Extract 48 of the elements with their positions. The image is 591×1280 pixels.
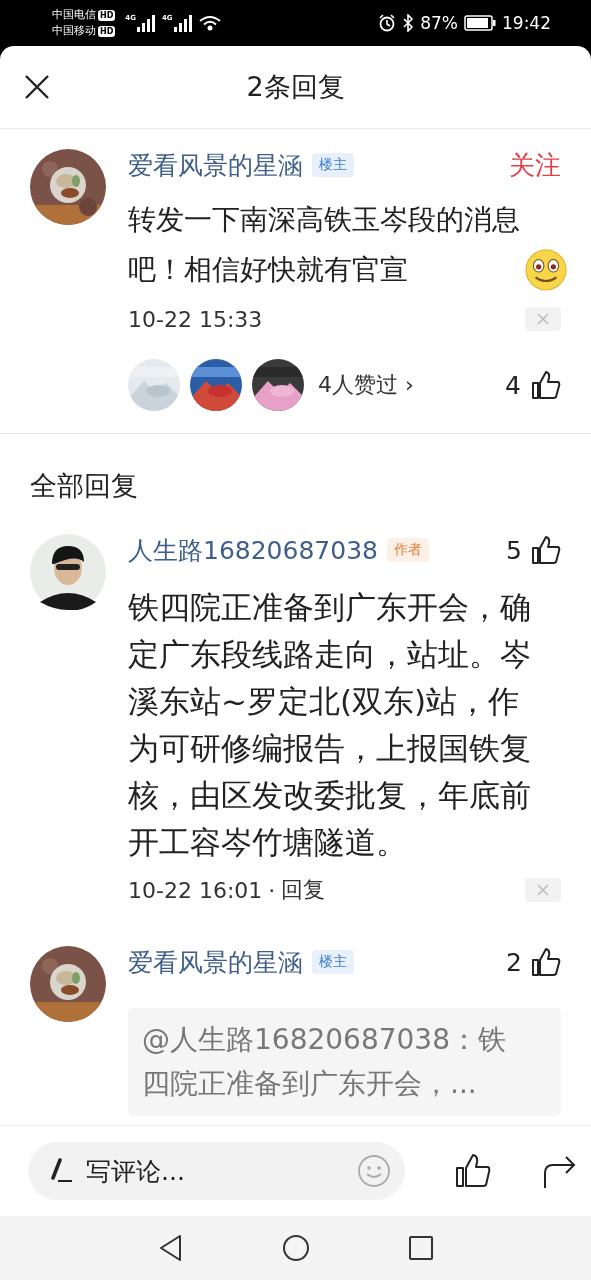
separator-dot: · [268,877,276,903]
author-name[interactable]: 人生路16820687038 [128,533,378,567]
thumbs-up-icon[interactable] [531,535,561,565]
back-icon[interactable] [157,1234,184,1262]
wifi-icon [198,15,221,31]
reply-text: 铁四院正准备到广东开会，确定广东段线路走向，站址。岑溪东站~罗定北(双东)站，作为可研修编报告，上报国铁复核，由区发改委批复，年底前开工容岑竹塘隧道。 [128,588,532,862]
author-name[interactable]: 爱看风景的星涵 [128,945,303,979]
reply-time: 10-22 16:01 [128,877,263,903]
avatar-silhouette-icon [30,534,106,610]
likers-link[interactable]: 4人赞过 › [318,370,414,400]
signal-icon [172,14,193,32]
poster-badge: 楼主 [312,950,354,974]
like-count: 2 [506,947,522,977]
poster-badge: 作者 [386,538,429,562]
follow-button[interactable]: 关注 [509,147,561,183]
author-name[interactable]: 爱看风景的星涵 [128,148,303,182]
hd-badge: HD [98,9,116,21]
smiley-icon [525,249,567,291]
thumbs-up-icon[interactable] [531,370,561,400]
reply-link[interactable]: 回复 [281,875,326,905]
clock: 19:42 [502,13,551,33]
alarm-icon [378,14,397,32]
post-text: 转发一下南深高铁玉岑段的消息吧！相信好快就有官宣 [128,202,521,288]
share-icon[interactable] [541,1153,577,1189]
header-title: 2条回复 [246,70,345,104]
comment-field[interactable]: 写评论... [28,1142,405,1200]
section-title: 全部回复 [29,469,139,503]
cross-icon [536,312,550,326]
like-count: 4 [505,370,521,400]
battery-percent: 87% [420,13,458,33]
hd-badge: HD [98,25,116,37]
like-count: 5 [506,535,522,565]
poster-badge: 楼主 [312,153,354,177]
recents-icon[interactable] [407,1235,434,1261]
post-time: 10-22 15:33 [128,306,263,332]
home-icon[interactable] [281,1234,310,1262]
cross-icon [536,883,550,897]
thumbs-up-icon[interactable] [455,1153,491,1189]
quoted-reply[interactable]: @人生路16820687038：铁四院正准备到广东开会，... [128,1008,561,1116]
signal-icon [135,14,156,32]
comment-input-field[interactable]: 写评论... [84,1155,347,1187]
carrier-name: 中国电信 [52,7,96,23]
bluetooth-icon [402,14,415,32]
battery-icon [464,15,496,31]
close-button[interactable] [24,74,50,100]
pen-icon [50,1158,74,1184]
thumbs-up-icon[interactable] [531,947,561,977]
carrier-name: 中国移动 [52,23,96,39]
